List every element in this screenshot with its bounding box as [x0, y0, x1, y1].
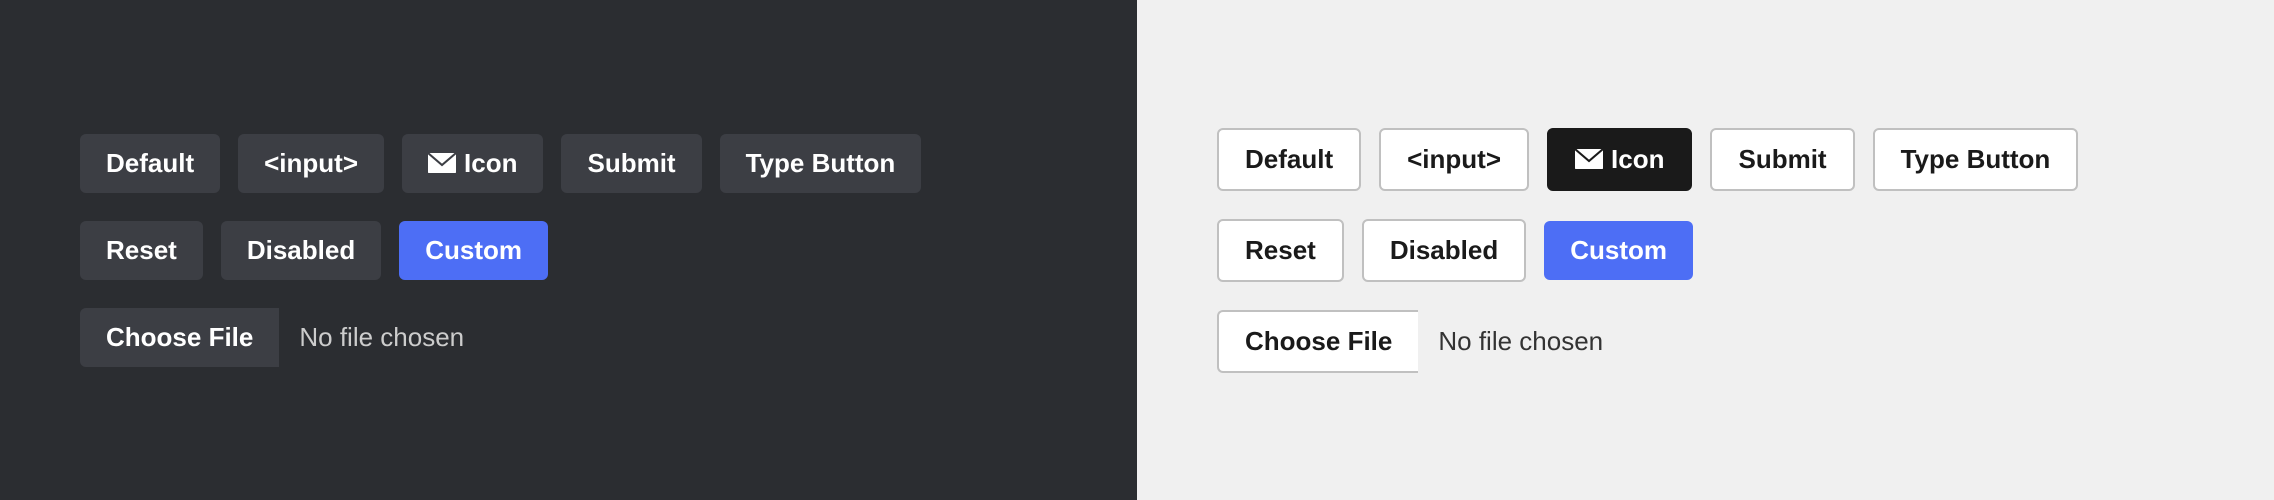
- dark-choose-file-button[interactable]: Choose File: [80, 308, 279, 367]
- light-panel: Default <input> Icon Submit Type Button …: [1137, 0, 2274, 500]
- envelope-icon-light: [1575, 149, 1603, 169]
- dark-file-input-area: Choose File No file chosen: [80, 308, 1057, 367]
- light-row-1: Default <input> Icon Submit Type Button: [1217, 128, 2194, 191]
- light-row-2: Reset Disabled Custom: [1217, 219, 2194, 282]
- light-icon-button[interactable]: Icon: [1547, 128, 1692, 191]
- dark-disabled-button[interactable]: Disabled: [221, 221, 381, 280]
- dark-row-2: Reset Disabled Custom: [80, 221, 1057, 280]
- dark-input-button[interactable]: <input>: [238, 134, 384, 193]
- light-type-button[interactable]: Type Button: [1873, 128, 2079, 191]
- light-default-button[interactable]: Default: [1217, 128, 1361, 191]
- dark-no-file-label: No file chosen: [279, 308, 484, 367]
- envelope-icon: [428, 153, 456, 173]
- light-input-button[interactable]: <input>: [1379, 128, 1529, 191]
- dark-panel: Default <input> Icon Submit Type Button …: [0, 0, 1137, 500]
- dark-reset-button[interactable]: Reset: [80, 221, 203, 280]
- light-choose-file-button[interactable]: Choose File: [1217, 310, 1418, 373]
- light-reset-button[interactable]: Reset: [1217, 219, 1344, 282]
- light-custom-button[interactable]: Custom: [1544, 221, 1693, 280]
- dark-type-button[interactable]: Type Button: [720, 134, 922, 193]
- dark-submit-button[interactable]: Submit: [561, 134, 701, 193]
- light-no-file-label: No file chosen: [1418, 312, 1623, 371]
- light-disabled-button[interactable]: Disabled: [1362, 219, 1526, 282]
- dark-row-1: Default <input> Icon Submit Type Button: [80, 134, 1057, 193]
- light-file-input-area: Choose File No file chosen: [1217, 310, 2194, 373]
- dark-custom-button[interactable]: Custom: [399, 221, 548, 280]
- dark-icon-button[interactable]: Icon: [402, 134, 543, 193]
- light-submit-button[interactable]: Submit: [1710, 128, 1854, 191]
- dark-default-button[interactable]: Default: [80, 134, 220, 193]
